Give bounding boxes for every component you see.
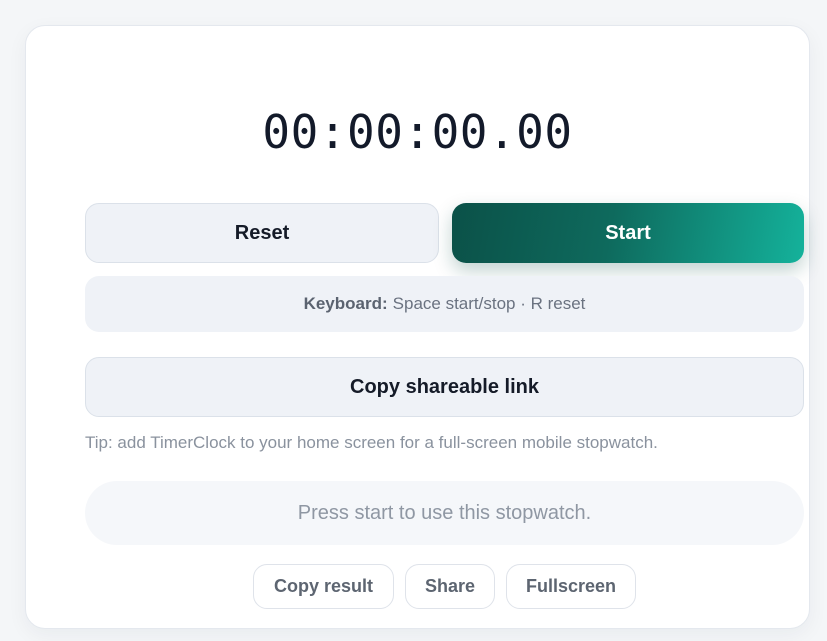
copy-result-button[interactable]: Copy result [253,564,394,609]
status-message: Press start to use this stopwatch. [85,481,804,545]
fullscreen-button[interactable]: Fullscreen [506,564,636,609]
keyboard-hint: Keyboard: Space start/stop · R reset [85,276,804,332]
share-button[interactable]: Share [405,564,495,609]
reset-button[interactable]: Reset [85,203,439,263]
stopwatch-card: 00:00:00.00 Reset Start Keyboard: Space … [25,25,810,629]
keyboard-hint-text: Space start/stop · R reset [392,294,586,313]
tip-text: Tip: add TimerClock to your home screen … [85,433,658,452]
keyboard-hint-label: Keyboard: [303,294,388,313]
start-button[interactable]: Start [452,203,804,263]
stopwatch-display: 00:00:00.00 [262,105,573,159]
copy-shareable-link-button[interactable]: Copy shareable link [85,357,804,417]
